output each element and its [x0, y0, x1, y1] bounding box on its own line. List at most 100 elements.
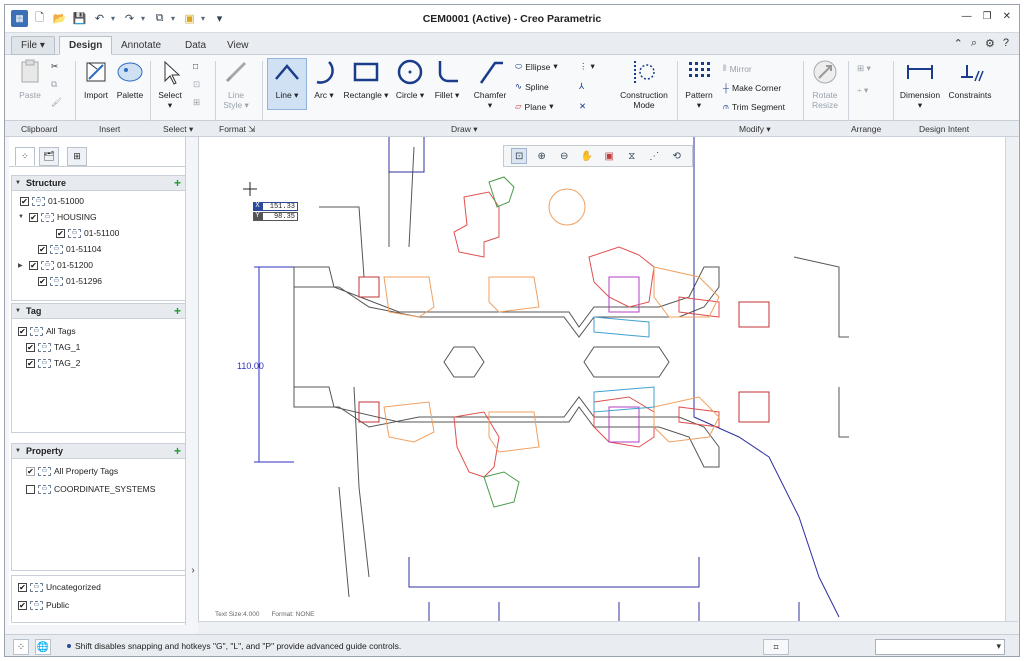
- line-style-button[interactable]: Line Style ▾: [219, 57, 253, 111]
- cut-icon[interactable]: ✂: [51, 61, 58, 72]
- structure-header[interactable]: Structure+: [12, 176, 185, 191]
- tab-annotate[interactable]: Annotate: [111, 36, 171, 55]
- horizontal-scrollbar[interactable]: [198, 621, 1018, 634]
- layer-item[interactable]: ▭Public: [18, 600, 69, 610]
- import-button[interactable]: Import: [79, 57, 113, 100]
- group-draw[interactable]: Draw ▾: [451, 124, 477, 135]
- message-bullet-icon: [67, 644, 71, 648]
- trim-segment-button[interactable]: ⫙ Trim Segment: [723, 101, 785, 112]
- rotate-resize-button[interactable]: Rotate Resize: [807, 57, 843, 110]
- plane-button[interactable]: ▱ Plane ▾: [515, 101, 554, 112]
- display-style-icon[interactable]: ⧖: [624, 148, 640, 164]
- search-icon[interactable]: ⌕: [971, 37, 977, 50]
- add-structure-icon[interactable]: +: [174, 176, 181, 190]
- collapse-panel-icon[interactable]: ›: [188, 565, 198, 583]
- zoom-in-icon[interactable]: ⊕: [534, 148, 550, 164]
- palette-button[interactable]: Palette: [113, 57, 147, 100]
- minimize-icon[interactable]: —: [962, 11, 972, 22]
- favorites-tab-icon[interactable]: ⊞: [67, 147, 87, 166]
- line-button[interactable]: Line ▾: [269, 57, 305, 101]
- paste-button[interactable]: Paste: [15, 57, 45, 100]
- tag-item[interactable]: ▭TAG_1: [26, 342, 80, 352]
- add-property-icon[interactable]: +: [174, 444, 181, 458]
- pan-icon[interactable]: ✋: [579, 148, 595, 164]
- select-box-icon[interactable]: □: [193, 61, 198, 71]
- ribbon-tabs: File ▾ Design Annotate Data View ⌃ ⌕ ⚙ ?: [5, 33, 1019, 55]
- tag-item[interactable]: ▭All Tags: [18, 326, 76, 336]
- tag-icon: ▭: [38, 358, 51, 368]
- select-all-icon[interactable]: ⊞: [193, 97, 200, 108]
- distribute-icon[interactable]: ÷ ▾: [857, 85, 868, 96]
- paint-format-icon[interactable]: 🖌: [51, 97, 62, 108]
- browser-icon[interactable]: 🌐: [35, 639, 51, 655]
- dimension-button[interactable]: Dimension ▾: [895, 57, 945, 111]
- property-item[interactable]: ▭ COORDINATE_SYSTEMS: [26, 484, 155, 494]
- expand-icon: ▼: [18, 214, 24, 220]
- trim-icon: ⫙: [723, 101, 729, 111]
- property-item[interactable]: ▭All Property Tags: [26, 466, 118, 476]
- spline-button[interactable]: ∿ Spline: [515, 81, 549, 92]
- construction-mode-button[interactable]: Construction Mode: [615, 57, 673, 110]
- tree-item[interactable]: ▼▭HOUSING: [18, 212, 97, 222]
- make-corner-button[interactable]: ┼ Make Corner: [723, 83, 781, 93]
- centerline-icon[interactable]: ⋮ ▾: [579, 61, 595, 72]
- select-chain-icon[interactable]: ⊡: [193, 79, 200, 90]
- group-modify[interactable]: Modify ▾: [739, 124, 771, 135]
- tree-item[interactable]: ▭01-51000: [20, 196, 84, 206]
- selection-filter-dropdown[interactable]: [875, 639, 1005, 655]
- dimension-label[interactable]: 110.00: [237, 361, 264, 371]
- tag-icon: ▭: [38, 484, 51, 494]
- circle-button[interactable]: Circle ▾: [391, 57, 429, 101]
- group-select[interactable]: Select ▾: [163, 124, 193, 135]
- zoom-out-icon[interactable]: ⊖: [556, 148, 572, 164]
- settings-icon[interactable]: ⚙: [985, 37, 995, 50]
- group-format[interactable]: Format ⇲: [219, 124, 255, 135]
- layer-tree-tab-icon[interactable]: 🗂: [39, 147, 59, 166]
- arc-button[interactable]: Arc ▾: [307, 57, 341, 101]
- tag-header[interactable]: Tag+: [12, 304, 185, 319]
- sketch-view-icon[interactable]: ⟲: [669, 148, 685, 164]
- maximize-icon[interactable]: ❐: [983, 11, 992, 22]
- tag-item[interactable]: ▭TAG_2: [26, 358, 80, 368]
- model-tree-tab-icon[interactable]: ⁘: [15, 147, 35, 166]
- toggle-navigator-icon[interactable]: ⁘: [13, 639, 29, 655]
- tab-design[interactable]: Design: [59, 36, 113, 55]
- tree-item[interactable]: ▶▭01-51200: [18, 260, 93, 270]
- refit-icon[interactable]: ⊡: [511, 148, 528, 164]
- align-icon[interactable]: ⊞ ▾: [857, 63, 871, 74]
- property-header[interactable]: Property+: [12, 444, 185, 459]
- spline-icon: ∿: [515, 81, 523, 91]
- sketch-display-icon[interactable]: ⋰: [646, 148, 662, 164]
- minimize-ribbon-icon[interactable]: ⌃: [954, 37, 963, 50]
- tree-item[interactable]: ▭01-51296: [38, 276, 102, 286]
- tab-file[interactable]: File ▾: [11, 36, 55, 55]
- help-icon[interactable]: ?: [1003, 37, 1009, 50]
- tree-item[interactable]: ▭01-51104: [38, 244, 101, 254]
- pattern-button[interactable]: Pattern ▾: [681, 57, 717, 111]
- coordinate-system-icon[interactable]: ✕: [579, 101, 586, 112]
- format-label: Format: NONE: [271, 611, 315, 618]
- tag-icon: ▭: [38, 342, 51, 352]
- vertical-scrollbar[interactable]: [1005, 137, 1018, 621]
- text-size-label: Text Size:4.000: [215, 611, 260, 618]
- fillet-button[interactable]: Fillet ▾: [429, 57, 465, 101]
- ellipse-button[interactable]: ⬭ Ellipse ▾: [515, 61, 558, 72]
- tab-view[interactable]: View: [217, 36, 259, 55]
- find-icon[interactable]: ⌗: [763, 639, 789, 655]
- close-icon[interactable]: ✕: [1003, 11, 1011, 22]
- rectangle-button[interactable]: Rectangle ▾: [343, 57, 389, 101]
- chamfer-button[interactable]: Chamfer ▾: [469, 57, 511, 111]
- copy-icon[interactable]: ⧉: [51, 79, 57, 90]
- repaint-icon[interactable]: ▣: [601, 148, 617, 164]
- constraints-button[interactable]: Constraints: [945, 57, 995, 100]
- point-icon[interactable]: ⅄: [579, 81, 584, 92]
- layer-item[interactable]: ▭Uncategorized: [18, 582, 101, 592]
- mirror-button[interactable]: ⫴ Mirror: [723, 63, 752, 74]
- add-tag-icon[interactable]: +: [174, 304, 181, 318]
- tab-data[interactable]: Data: [175, 36, 216, 55]
- graphics-canvas[interactable]: 110.00 ⊡ ⊕ ⊖ ✋ ▣ ⧖ ⋰ ⟲ X 151.33 Y 98.35: [198, 137, 1005, 621]
- layer-panel: ⁘ 🗂 ⊞ Structure+ ▭01-51000 ▼▭HOUSING ▭01…: [9, 137, 186, 625]
- structure-section: Structure+ ▭01-51000 ▼▭HOUSING ▭01-51100…: [11, 175, 186, 301]
- select-button[interactable]: Select ▾: [153, 57, 187, 111]
- tree-item[interactable]: ▭01-51100: [56, 228, 119, 238]
